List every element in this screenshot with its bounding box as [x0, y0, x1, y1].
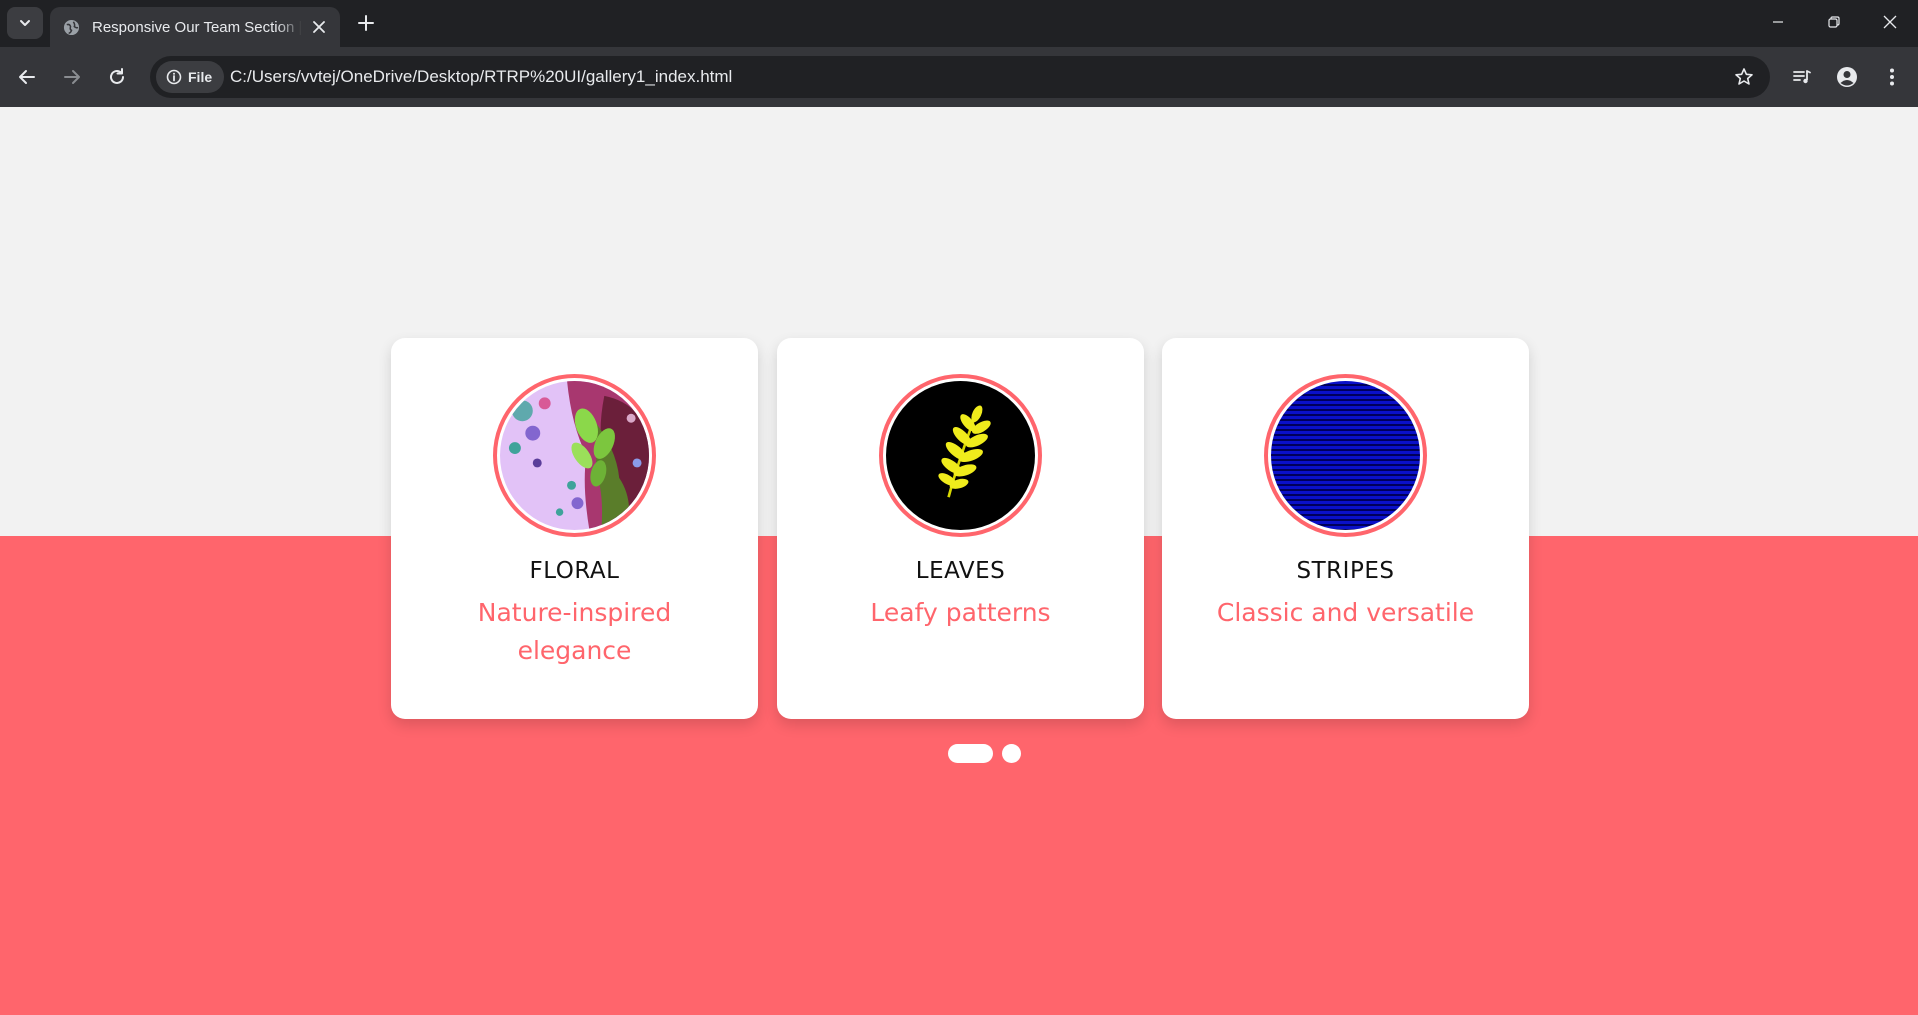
- globe-icon: [62, 18, 80, 36]
- arrow-left-icon: [19, 70, 35, 84]
- close-icon: [1883, 15, 1897, 29]
- card-subtitle: Nature-inspired elegance: [477, 598, 672, 665]
- minimize-icon: [1773, 21, 1783, 23]
- star-icon: [1735, 68, 1753, 85]
- tab-title: Responsive Our Team Section | C: [92, 18, 302, 36]
- card-image-frame: [1264, 374, 1427, 537]
- restore-icon: [1828, 16, 1840, 28]
- pagination-dot-active[interactable]: [948, 744, 993, 763]
- floral-pattern-image: [500, 381, 649, 530]
- bookmark-button[interactable]: [1732, 65, 1756, 89]
- card-title: FLORAL: [529, 558, 620, 584]
- close-window-button[interactable]: [1862, 0, 1918, 44]
- reading-list-button[interactable]: [1786, 61, 1818, 93]
- url-text[interactable]: C:/Users/vvtej/OneDrive/Desktop/RTRP%20U…: [230, 67, 732, 87]
- carousel-pagination: [948, 744, 1021, 763]
- arrow-right-icon: [64, 70, 80, 84]
- browser-toolbar: File C:/Users/vvtej/OneDrive/Desktop/RTR…: [0, 47, 1918, 107]
- card-title: STRIPES: [1296, 558, 1395, 584]
- browser-tab-strip: Responsive Our Team Section | C: [0, 0, 1918, 47]
- tab-search-button[interactable]: [7, 7, 43, 39]
- stripes-pattern-image: [1271, 381, 1420, 530]
- restore-button[interactable]: [1806, 0, 1862, 44]
- forward-button[interactable]: [56, 61, 88, 93]
- pagination-dot[interactable]: [1002, 744, 1021, 763]
- profile-button[interactable]: [1831, 61, 1863, 93]
- window-controls: [1750, 0, 1918, 44]
- avatar-icon: [1837, 67, 1857, 87]
- gallery-card-leaves: LEAVES Leafy patterns: [777, 338, 1144, 719]
- media-playlist-icon: [1793, 70, 1811, 84]
- plus-icon: [358, 15, 374, 31]
- new-tab-button[interactable]: [352, 9, 380, 37]
- card-subtitle: Leafy patterns: [870, 598, 1051, 627]
- reload-icon: [110, 68, 124, 84]
- gallery-card-stripes: STRIPES Classic and versatile: [1162, 338, 1529, 719]
- chevron-down-icon: [20, 20, 30, 26]
- minimize-button[interactable]: [1750, 0, 1806, 44]
- address-bar[interactable]: File C:/Users/vvtej/OneDrive/Desktop/RTR…: [150, 56, 1770, 98]
- browser-menu-button[interactable]: [1876, 61, 1908, 93]
- site-chip-label: File: [188, 69, 213, 85]
- tab-close-icon[interactable]: [310, 18, 328, 36]
- card-subtitle: Classic and versatile: [1216, 598, 1475, 627]
- card-image-frame: [879, 374, 1042, 537]
- site-info-chip[interactable]: File: [156, 61, 224, 93]
- gallery-card-floral: FLORAL Nature-inspired elegance: [391, 338, 758, 719]
- more-vertical-icon: [1890, 68, 1894, 86]
- back-button[interactable]: [11, 61, 43, 93]
- fern-leaf-image: [886, 381, 1035, 530]
- info-icon: [166, 69, 182, 85]
- card-image-frame: [493, 374, 656, 537]
- reload-button[interactable]: [101, 61, 133, 93]
- browser-tab-active[interactable]: Responsive Our Team Section | C: [50, 7, 340, 47]
- page-content: FLORAL Nature-inspired elegance LEAVES L…: [0, 107, 1918, 1015]
- card-title: LEAVES: [915, 558, 1006, 584]
